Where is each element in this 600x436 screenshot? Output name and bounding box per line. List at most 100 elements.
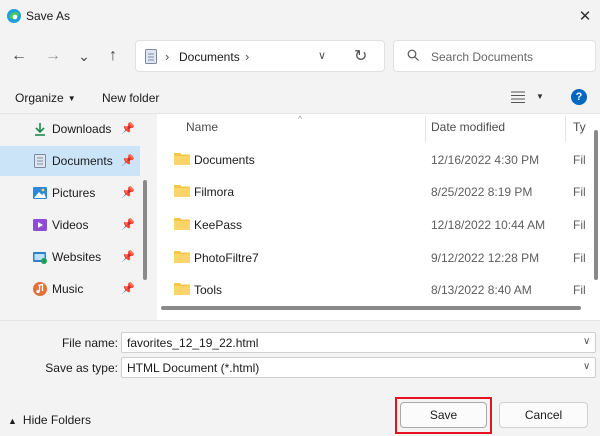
pin-icon[interactable]: 📌 — [121, 122, 135, 135]
column-header-name[interactable]: ^ Name — [186, 114, 302, 134]
chevron-down-icon[interactable]: ∨ — [318, 49, 326, 62]
sort-arrow-icon: ^ — [298, 114, 303, 124]
breadcrumb[interactable]: Documents — [179, 50, 240, 64]
download-icon — [35, 123, 45, 136]
search-icon — [407, 49, 419, 61]
table-row[interactable]: KeePass 12/18/2022 10:44 AM Fil — [157, 208, 589, 240]
folder-icon — [174, 185, 190, 197]
table-row[interactable]: Tools 8/13/2022 8:40 AM Fil — [157, 273, 589, 305]
sidebar-scrollbar[interactable] — [143, 180, 147, 280]
refresh-icon[interactable]: ↻ — [354, 46, 367, 66]
file-date: 8/25/2022 8:19 PM — [431, 185, 533, 199]
search-box[interactable] — [393, 40, 596, 72]
chevron-down-icon[interactable]: ∨ — [583, 361, 590, 372]
pin-icon[interactable]: 📌 — [121, 282, 135, 295]
new-folder-button[interactable]: New folder — [102, 91, 159, 105]
table-row[interactable]: Filmora 8/25/2022 8:19 PM Fil — [157, 175, 589, 207]
pictures-icon — [33, 187, 47, 199]
sidebar-item-label: Downloads — [52, 122, 112, 136]
file-type: Fil — [573, 283, 586, 297]
save-form: File name: ∨ Save as type: HTML Document… — [0, 320, 600, 436]
pin-icon[interactable]: 📌 — [121, 154, 135, 167]
save-as-type-label: Save as type: — [45, 361, 118, 375]
column-header-type[interactable]: Ty — [573, 120, 586, 134]
file-name-field[interactable]: ∨ — [121, 332, 596, 353]
sidebar-item-downloads[interactable]: Downloads 📌 — [0, 114, 140, 144]
sidebar-item-documents[interactable]: Documents 📌 — [0, 146, 140, 176]
file-name: PhotoFiltre7 — [194, 251, 259, 265]
file-name: KeePass — [194, 218, 243, 232]
file-name: Filmora — [194, 185, 235, 199]
view-options-icon[interactable] — [511, 91, 525, 103]
sidebar-item-music[interactable]: Music 📌 — [0, 274, 140, 304]
navigation-bar: ← → ⌄ ↑ › Documents › ∨ ↻ — [0, 32, 600, 80]
cancel-button[interactable]: Cancel — [499, 402, 588, 428]
view-caret-icon[interactable]: ▼ — [536, 92, 544, 101]
file-date: 8/13/2022 8:40 AM — [431, 283, 532, 297]
recent-locations-icon[interactable]: ⌄ — [73, 46, 95, 66]
sidebar-item-label: Videos — [52, 218, 89, 232]
sidebar-item-videos[interactable]: Videos 📌 — [0, 210, 140, 240]
folder-icon — [174, 218, 190, 230]
file-date: 12/18/2022 10:44 AM — [431, 218, 546, 232]
sidebar-item-pictures[interactable]: Pictures 📌 — [0, 178, 140, 208]
websites-icon — [33, 252, 47, 264]
pin-icon[interactable]: 📌 — [121, 250, 135, 263]
column-header-date[interactable]: Date modified — [431, 120, 505, 134]
folder-icon — [174, 283, 190, 295]
organize-button[interactable]: Organize ▼ — [15, 91, 76, 105]
help-icon[interactable]: ? — [571, 89, 587, 105]
videos-icon — [33, 219, 47, 231]
vertical-scrollbar[interactable] — [594, 130, 598, 280]
window-title: Save As — [26, 9, 71, 23]
file-list: ^ Name Date modified Ty Documents 12/16/… — [157, 114, 600, 320]
file-type: Fil — [573, 251, 586, 265]
address-bar[interactable]: › Documents › ∨ ↻ — [135, 40, 385, 72]
back-icon[interactable]: ← — [8, 46, 30, 66]
sidebar-item-websites[interactable]: Websites 📌 — [0, 242, 140, 272]
documents-icon — [34, 154, 46, 168]
up-icon[interactable]: ↑ — [102, 46, 124, 66]
chevron-down-icon[interactable]: ∨ — [583, 336, 590, 347]
file-date: 9/12/2022 12:28 PM — [431, 251, 540, 265]
table-row[interactable]: Documents 12/16/2022 4:30 PM Fil — [157, 143, 589, 175]
column-divider[interactable] — [565, 116, 566, 142]
folder-icon — [174, 153, 190, 165]
save-as-type-select[interactable]: HTML Document (*.html) ∨ — [121, 357, 596, 378]
pin-icon[interactable]: 📌 — [121, 186, 135, 199]
pin-icon[interactable]: 📌 — [121, 218, 135, 231]
forward-icon[interactable]: → — [42, 46, 64, 66]
organize-label: Organize — [15, 91, 64, 105]
sidebar-item-label: Websites — [52, 250, 102, 264]
sidebar-item-label: Documents — [52, 154, 113, 168]
breadcrumb-chevron-icon[interactable]: › — [245, 49, 249, 64]
column-header-label: Name — [186, 120, 219, 134]
sidebar-item-label: Pictures — [52, 186, 96, 200]
command-bar: Organize ▼ New folder ▼ ? — [0, 80, 600, 114]
caret-down-icon: ▼ — [67, 94, 76, 103]
chevron-up-icon: ▲ — [8, 416, 17, 426]
breadcrumb-chevron-icon[interactable]: › — [165, 49, 169, 64]
title-bar: Save As ✕ — [0, 0, 600, 32]
edge-icon — [7, 9, 21, 23]
file-name: Documents — [194, 153, 255, 167]
sidebar-item-label: Music — [52, 282, 84, 296]
search-input[interactable] — [431, 48, 591, 66]
horizontal-scrollbar[interactable] — [161, 306, 581, 310]
table-row[interactable]: PhotoFiltre7 9/12/2022 12:28 PM Fil — [157, 241, 589, 273]
file-name-label: File name: — [61, 336, 118, 350]
save-button[interactable]: Save — [400, 402, 487, 428]
hide-folders-label: Hide Folders — [22, 413, 91, 427]
hide-folders-button[interactable]: ▲ Hide Folders — [8, 413, 91, 427]
file-type: Fil — [573, 218, 586, 232]
navigation-pane: Downloads 📌 Documents 📌 Pictures 📌 Video… — [0, 114, 150, 320]
file-type: Fil — [573, 185, 586, 199]
column-divider[interactable] — [425, 116, 426, 142]
music-icon — [33, 282, 47, 296]
file-date: 12/16/2022 4:30 PM — [431, 153, 540, 167]
file-name: Tools — [194, 283, 223, 297]
file-name-input[interactable] — [127, 335, 567, 350]
folder-icon — [174, 251, 190, 263]
close-icon[interactable]: ✕ — [574, 6, 596, 26]
file-type: Fil — [573, 153, 586, 167]
